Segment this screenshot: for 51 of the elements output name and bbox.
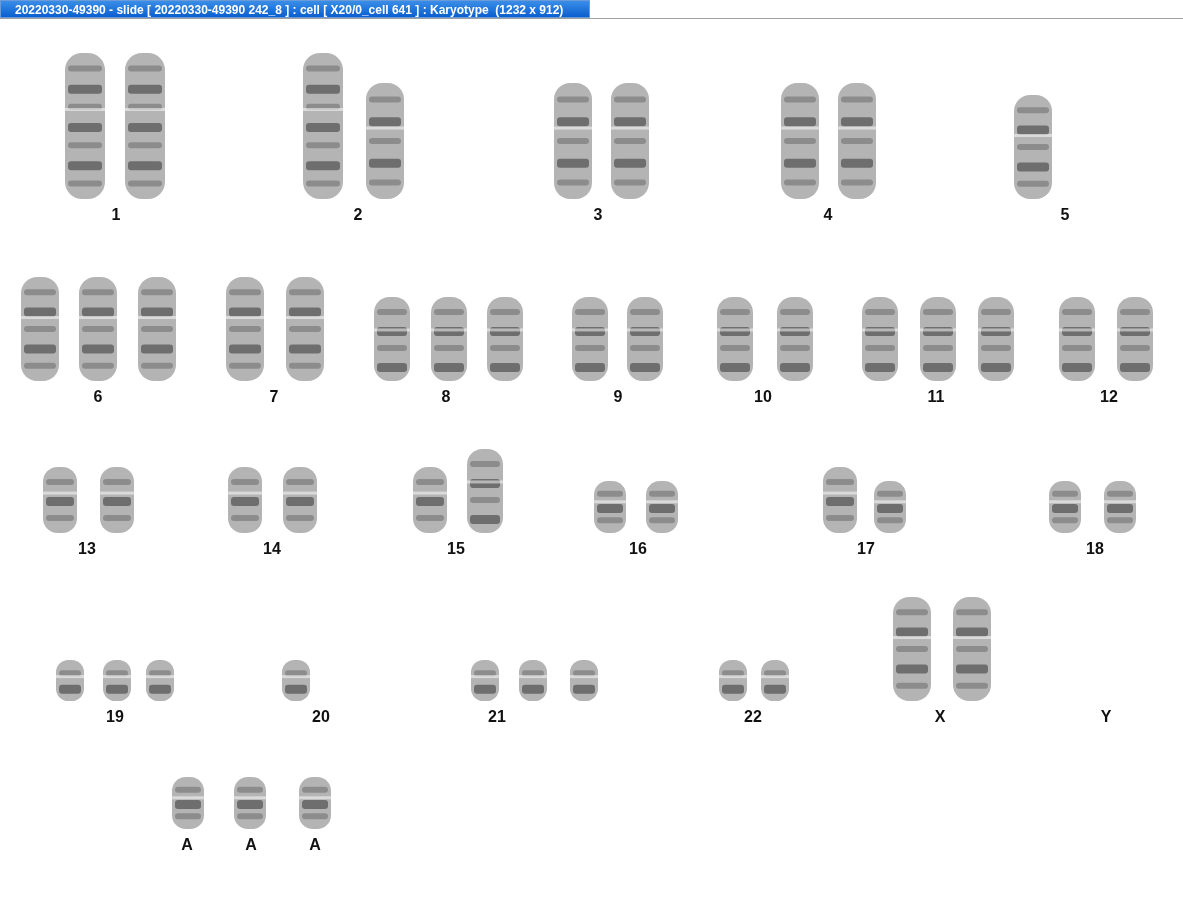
- chromosome-image: [644, 479, 680, 535]
- chromosome-image: [101, 658, 133, 703]
- chromosome-label: 10: [754, 388, 772, 406]
- chromosome-label: 11: [927, 388, 945, 406]
- chromosome-label: 21: [488, 708, 506, 726]
- chromosome-image: [568, 658, 600, 703]
- chromosome-label: 6: [93, 388, 103, 406]
- chromosome-label: 9: [613, 388, 623, 406]
- chromosome-label: 14: [263, 540, 281, 558]
- chromosome-label: 16: [629, 540, 647, 558]
- chromosome-label: 4: [823, 206, 833, 224]
- chromosome-label: 13: [78, 540, 96, 558]
- chromosome-image: [41, 465, 79, 535]
- chromosome-label: A: [309, 836, 321, 854]
- chromosome-image: [469, 658, 501, 703]
- chromosome-image: [872, 479, 908, 535]
- chromosome-image: [297, 775, 333, 831]
- chromosome-image: [517, 658, 549, 703]
- chromosome-image: [144, 658, 176, 703]
- chromosome-image: [226, 465, 264, 535]
- chromosome-image: [281, 465, 319, 535]
- window-title: 20220330-49390 - slide [ 20220330-49390 242_8 ] : cell [ X20/0_cell 641 ] : Karyotype (1232 x 912): [0, 0, 590, 18]
- chromosome-label: 7: [269, 388, 279, 406]
- chromosome-image: [821, 465, 859, 535]
- chromosome-image: [232, 775, 268, 831]
- chromosome-image: [592, 479, 628, 535]
- chromosome-label: 3: [593, 206, 603, 224]
- chromosome-label: X: [934, 708, 946, 726]
- chromosome-label: 22: [744, 708, 762, 726]
- chromosome-image: [411, 465, 449, 535]
- chromosome-image: [54, 658, 86, 703]
- chromosome-image: [759, 658, 791, 703]
- chromosome-label: 8: [441, 388, 451, 406]
- chromosome-image: [98, 465, 136, 535]
- chromosome-image: [280, 658, 312, 703]
- chromosome-label: Y: [1100, 708, 1112, 726]
- chromosome-image: [717, 658, 749, 703]
- chromosome-label: 12: [1100, 388, 1118, 406]
- chromosome-label: 15: [447, 540, 465, 558]
- chromosome-label: 19: [106, 708, 124, 726]
- chromosome-image: [1102, 479, 1138, 535]
- chromosome-label: 17: [857, 540, 875, 558]
- chromosome-label: 20: [312, 708, 330, 726]
- chromosome-label: 2: [353, 206, 363, 224]
- chromosome-label: 18: [1086, 540, 1104, 558]
- chromosome-label: A: [245, 836, 257, 854]
- chromosome-image: [170, 775, 206, 831]
- chromosome-image: [1047, 479, 1083, 535]
- chromosome-label: A: [181, 836, 193, 854]
- chromosome-label: 5: [1060, 206, 1070, 224]
- chromosome-label: 1: [111, 206, 121, 224]
